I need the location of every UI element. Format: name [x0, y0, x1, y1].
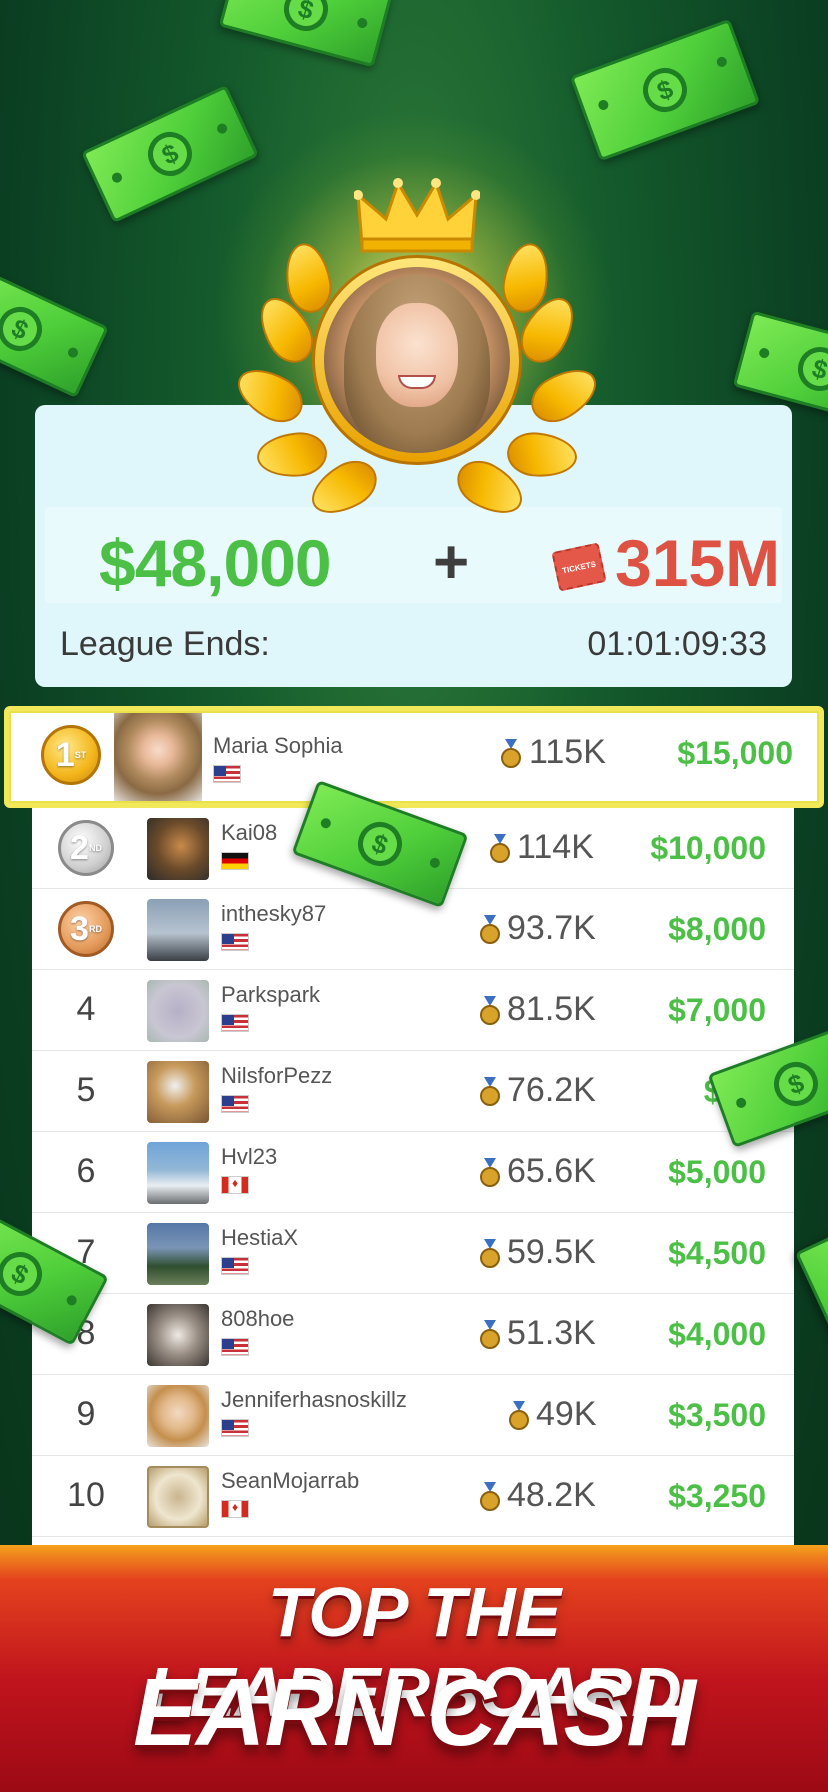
- avatar: [147, 818, 209, 880]
- medal-icon: [480, 1077, 500, 1106]
- prize-amount: $3,500: [668, 1397, 766, 1433]
- flag-icon: [221, 1014, 249, 1032]
- prize-amount: $7,000: [668, 992, 766, 1028]
- score: 81.5K: [507, 990, 596, 1028]
- flag-icon: [221, 933, 249, 951]
- medal-icon: [480, 1320, 500, 1349]
- avatar: [147, 1385, 209, 1447]
- flag-icon: [213, 765, 241, 783]
- dollar-bill-icon: $: [569, 18, 761, 162]
- prize-amount: $10,000: [650, 830, 766, 866]
- leaderboard-row[interactable]: 7 HestiaX 59.5K $4,500: [32, 1213, 794, 1294]
- flag-icon: [221, 1419, 249, 1437]
- tickets-prize: 315M: [615, 526, 781, 600]
- leaderboard-row[interactable]: 8 808hoe 51.3K $4,000: [32, 1294, 794, 1375]
- flag-icon: [221, 1500, 249, 1518]
- league-ends-label: League Ends:: [60, 625, 270, 663]
- flag-icon: [221, 1338, 249, 1356]
- flag-icon: [221, 1095, 249, 1113]
- medal-icon: [501, 739, 521, 768]
- medal-icon: [480, 996, 500, 1025]
- leaderboard-row[interactable]: 5 NilsforPezz 76.2K $5,5: [32, 1051, 794, 1132]
- laurel-leaf: [505, 430, 579, 480]
- medal-icon: 1 ST: [41, 725, 101, 785]
- medal-icon: [480, 1239, 500, 1268]
- player-name: 808hoe: [221, 1306, 295, 1331]
- avatar: [147, 1061, 209, 1123]
- player-name: SeanMojarrab: [221, 1468, 360, 1493]
- crown-icon: [354, 178, 480, 253]
- medal-icon: 3 RD: [58, 901, 114, 957]
- plus-sign: +: [433, 528, 470, 597]
- score: 93.7K: [507, 909, 596, 947]
- avatar: [147, 1223, 209, 1285]
- score: 65.6K: [507, 1152, 596, 1190]
- player-name: NilsforPezz: [221, 1063, 333, 1088]
- banner-subheadline: EARN CASH: [133, 1659, 696, 1766]
- prize-amount: $3,250: [668, 1478, 766, 1514]
- score: 115K: [529, 733, 606, 771]
- medal-icon: 2 ND: [58, 820, 114, 876]
- medal-icon: [480, 1482, 500, 1511]
- score: 51.3K: [507, 1314, 596, 1352]
- prize-amount: $8,000: [668, 911, 766, 947]
- leaderboard-row[interactable]: 3 RD inthesky87 93.7K $8,000: [32, 889, 794, 970]
- stage: $ $ $ $ $ $48,000 + TICKETS 315M League …: [0, 0, 828, 1792]
- avatar: [147, 1466, 209, 1528]
- player-name: Maria Sophia: [213, 733, 343, 758]
- champion-emblem: [228, 175, 606, 525]
- flag-icon: [221, 1176, 249, 1194]
- score: 76.2K: [507, 1071, 596, 1109]
- leaderboard-row[interactable]: 4 Parkspark 81.5K $7,000: [32, 970, 794, 1051]
- rank-number: 5: [76, 1071, 96, 1109]
- avatar: [114, 713, 202, 801]
- flag-icon: [221, 1257, 249, 1275]
- score: 114K: [517, 828, 594, 866]
- score: 49K: [536, 1395, 597, 1433]
- flag-icon: [221, 852, 249, 870]
- medal-icon: [490, 834, 510, 863]
- player-name: Jenniferhasnoskillz: [221, 1387, 407, 1412]
- avatar: [147, 1304, 209, 1366]
- medal-icon: [480, 915, 500, 944]
- player-name: HestiaX: [221, 1225, 299, 1250]
- rank-number: 10: [67, 1476, 105, 1514]
- player-name: Kai08: [221, 820, 278, 845]
- dollar-bill-icon: $: [794, 1220, 828, 1398]
- player-name: inthesky87: [221, 901, 327, 926]
- prize-amount: $5,000: [668, 1154, 766, 1190]
- prize-amount: $4,500: [668, 1235, 766, 1271]
- score: 48.2K: [507, 1476, 596, 1514]
- leaderboard-row[interactable]: 6 Hvl23 65.6K $5,000: [32, 1132, 794, 1213]
- champion-avatar: [324, 267, 510, 453]
- leaderboard-row-first[interactable]: 1 ST Maria Sophia 115K $15,000: [4, 706, 824, 808]
- rank-number: 4: [76, 990, 96, 1028]
- avatar: [147, 980, 209, 1042]
- prize-amount: $4,000: [668, 1316, 766, 1352]
- medal-icon: [480, 1158, 500, 1187]
- prize-amount: $15,000: [677, 735, 793, 771]
- dollar-bill-icon: $: [0, 259, 109, 399]
- cash-prize: $48,000: [99, 526, 332, 600]
- leaderboard-row[interactable]: 10 SeanMojarrab 48.2K $3,250: [32, 1456, 794, 1537]
- score: 59.5K: [507, 1233, 596, 1271]
- dollar-bill-icon: $: [81, 84, 259, 224]
- leaderboard-list[interactable]: 2 ND Kai08 114K $10,000 3 RD inthesky87 93…: [32, 808, 794, 1548]
- leaderboard-row[interactable]: 9 Jenniferhasnoskillz 49K $3,500: [32, 1375, 794, 1456]
- avatar: [147, 899, 209, 961]
- avatar: [147, 1142, 209, 1204]
- laurel-leaf: [255, 430, 329, 480]
- rank-number: 9: [76, 1395, 96, 1433]
- medal-icon: [509, 1401, 529, 1430]
- rank-number: 6: [76, 1152, 96, 1190]
- dollar-bill-icon: $: [218, 0, 394, 68]
- league-timer: 01:01:09:33: [587, 625, 767, 663]
- player-name: Hvl23: [221, 1144, 278, 1169]
- player-name: Parkspark: [221, 982, 321, 1007]
